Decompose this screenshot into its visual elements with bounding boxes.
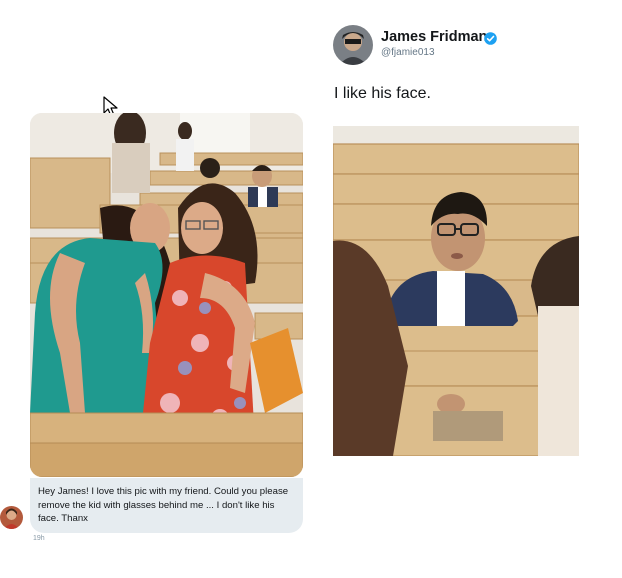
verified-badge-icon: [484, 32, 497, 45]
reply-handle[interactable]: @fjamie013: [381, 47, 435, 58]
message-line: Hey James! I love this pic with my frien…: [38, 486, 289, 497]
dm-message-bubble: Hey James! I love this pic with my frien…: [30, 478, 303, 533]
message-line: remove the kid with glasses behind me ..…: [38, 499, 275, 511]
message-line: face. Thanx: [38, 513, 88, 524]
reply-avatar[interactable]: [333, 25, 373, 65]
edited-photo[interactable]: [333, 126, 579, 456]
sender-avatar[interactable]: [0, 506, 23, 529]
reply-text: I like his face.: [334, 85, 431, 102]
reply-display-name[interactable]: James Fridman: [381, 29, 487, 45]
original-photo[interactable]: [30, 113, 303, 477]
message-timestamp: 19h: [33, 535, 45, 542]
